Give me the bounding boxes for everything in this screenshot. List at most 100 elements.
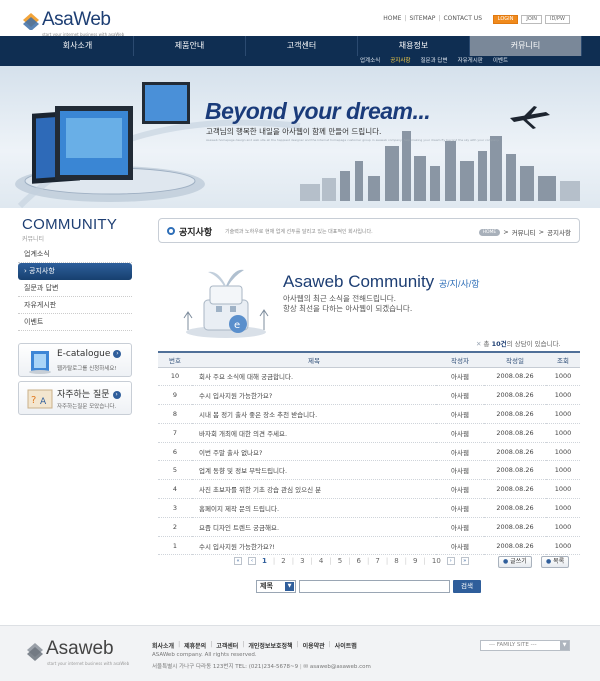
next-page-button[interactable]: ›: [446, 557, 455, 565]
hero-fine-print: Asaweb homepage design and web site all …: [206, 138, 500, 142]
table-row[interactable]: 1 수시 입사지원 가능한가요?! 아사웹 2008.08.26 1000: [158, 536, 580, 556]
row-title-link[interactable]: 이번 주말 출사 없나요?: [192, 442, 436, 462]
footer-link-sitemap[interactable]: 사이트맵: [335, 641, 357, 650]
footer-link-terms[interactable]: 이용약관: [303, 641, 325, 650]
nav-item-products[interactable]: 제품안내: [134, 36, 246, 56]
join-button[interactable]: JOIN: [521, 15, 543, 24]
login-button[interactable]: LOGIN: [492, 15, 519, 24]
nav-item-company[interactable]: 회사소개: [22, 36, 134, 56]
row-views: 1000: [546, 442, 580, 462]
row-views: 1000: [546, 536, 580, 556]
table-row[interactable]: 2 요즘 디자인 트렌드 궁금해요. 아사웹 2008.08.26 1000: [158, 517, 580, 537]
row-author: 아사웹: [436, 479, 484, 500]
table-row[interactable]: 9 수시 입사지원 가능한가요? 아사웹 2008.08.26 1000: [158, 385, 580, 406]
breadcrumb-home[interactable]: HOME: [478, 228, 501, 236]
page-number-8[interactable]: 8: [394, 557, 398, 565]
row-title-link[interactable]: 시내 봄 정기 출사 좋은 장소 추천 받습니다.: [192, 404, 436, 424]
row-title-link[interactable]: 수시 입사지원 가능한가요?!: [192, 536, 436, 556]
nav-item-careers[interactable]: 채용정보: [358, 36, 470, 56]
page-number-5[interactable]: 5: [338, 557, 342, 565]
subnav-item-event[interactable]: 이벤트: [493, 56, 508, 66]
sidebar-item-qna[interactable]: 질문과 답변: [18, 280, 132, 297]
sidebar-item-notice[interactable]: 공지사항: [18, 263, 132, 280]
faq-banner[interactable]: ? A 자주하는 질문 › 자주하는질문 모았습니다.: [18, 381, 132, 415]
subnav-item-notice[interactable]: 공지사항: [390, 56, 410, 66]
svg-text:?: ?: [31, 395, 36, 406]
row-number: 1: [158, 536, 192, 556]
hero-subtitle: 고객님의 행복한 내일을 아사웹이 함께 만들어 드립니다.: [206, 127, 382, 136]
row-title-link[interactable]: 수시 입사지원 가능한가요?: [192, 385, 436, 406]
faq-title: 자주하는 질문: [57, 390, 110, 400]
footer-link-privacy[interactable]: 개인정보보호정책: [248, 641, 292, 650]
table-row[interactable]: 7 바자회 개최에 대한 의견 주세요. 아사웹 2008.08.26 1000: [158, 423, 580, 443]
intro-title: Asaweb Community 공/지/사/항: [283, 272, 480, 291]
row-date: 2008.08.26: [484, 385, 546, 406]
row-date: 2008.08.26: [484, 460, 546, 481]
table-row[interactable]: 8 시내 봄 정기 출사 좋은 장소 추천 받습니다. 아사웹 2008.08.26 1…: [158, 404, 580, 424]
footer-email[interactable]: asaweb@asaweb.com: [310, 664, 371, 670]
footer-link-partnership[interactable]: 제휴문의: [184, 641, 206, 650]
nav-item-community[interactable]: 커뮤니티: [470, 36, 582, 56]
page-number-10[interactable]: 10: [432, 557, 441, 565]
table-row[interactable]: 10 회사 주요 소식에 대해 궁금합니다. 아사웹 2008.08.26 1000: [158, 367, 580, 387]
subnav-item-freeboard[interactable]: 자유게시판: [458, 56, 483, 66]
write-button[interactable]: ● 글쓰기: [498, 556, 532, 568]
table-row[interactable]: 3 홈페이지 제작 문의 드립니다. 아사웹 2008.08.26 1000: [158, 498, 580, 518]
search-input[interactable]: [299, 580, 450, 593]
family-site-select[interactable]: --- FAMILY SITE --- ▼: [480, 640, 570, 651]
page-number-6[interactable]: 6: [357, 557, 361, 565]
row-title-link[interactable]: 사진 초보자를 위한 기초 강습 관심 있으신 분: [192, 479, 436, 500]
row-author: 아사웹: [436, 404, 484, 424]
table-row[interactable]: 4 사진 초보자를 위한 기초 강습 관심 있으신 분 아사웹 2008.08.26 1…: [158, 479, 580, 500]
row-author: 아사웹: [436, 442, 484, 462]
col-views: 조회: [546, 351, 580, 368]
breadcrumb-item[interactable]: 커뮤니티: [512, 227, 536, 237]
breadcrumb-current: 공지사항: [547, 229, 571, 237]
community-illustration-icon: e: [183, 269, 269, 338]
row-title-link[interactable]: 업계 동향 및 정보 부탁드립니다.: [192, 460, 436, 481]
main-nav: 회사소개 제품안내 고객센터 채용정보 커뮤니티: [0, 36, 600, 56]
pagination: « ‹ 1 | 2 | 3 | 4 | 5 | 6 | 7 | 8 | 9 | 10 › »: [234, 557, 469, 565]
prev-page-button[interactable]: ‹: [248, 557, 256, 565]
divider: |: [404, 557, 408, 565]
first-page-button[interactable]: «: [234, 557, 242, 565]
footer-link-company[interactable]: 회사소개: [152, 641, 174, 650]
page-number-7[interactable]: 7: [375, 557, 379, 565]
sidebar-item-news[interactable]: 업계소식: [18, 246, 132, 263]
top-link-contact[interactable]: CONTACT US: [443, 15, 482, 22]
row-author: 아사웹: [436, 367, 484, 387]
search-button[interactable]: 검색: [453, 580, 481, 593]
list-button[interactable]: ● 목록: [541, 556, 570, 568]
row-date: 2008.08.26: [484, 367, 546, 387]
page-number-4[interactable]: 4: [319, 557, 323, 565]
ecatalogue-title: E-catalogue: [57, 349, 111, 359]
row-number: 4: [158, 479, 192, 500]
chevron-down-icon: ▼: [560, 641, 569, 650]
subnav-item-news[interactable]: 업계소식: [360, 56, 380, 66]
table-row[interactable]: 5 업계 동향 및 정보 부탁드립니다. 아사웹 2008.08.26 1000: [158, 460, 580, 481]
page-number-9[interactable]: 9: [413, 557, 417, 565]
sidebar-item-freeboard[interactable]: 자유게시판: [18, 297, 132, 314]
page-number-1[interactable]: 1: [262, 557, 267, 565]
table-row[interactable]: 6 이번 주말 출사 없나요? 아사웹 2008.08.26 1000: [158, 442, 580, 462]
row-title-link[interactable]: 홈페이지 제작 문의 드립니다.: [192, 498, 436, 518]
find-idpw-button[interactable]: ID/PW: [545, 15, 570, 24]
top-link-sitemap[interactable]: SITEMAP: [409, 15, 435, 22]
page-number-2[interactable]: 2: [281, 557, 285, 565]
divider: |: [272, 557, 276, 565]
search-field-select[interactable]: 제목 ▼: [256, 580, 296, 593]
row-title-link[interactable]: 요즘 디자인 트렌드 궁금해요.: [192, 517, 436, 537]
hero-banner: Beyond your dream... 고객님의 행복한 내일을 아사웹이 함…: [0, 66, 600, 208]
breadcrumb-sep: >: [538, 228, 545, 236]
subnav-item-qna[interactable]: 질문과 답변: [421, 56, 448, 66]
row-title-link[interactable]: 회사 주요 소식에 대해 궁금합니다.: [192, 367, 436, 387]
logo[interactable]: AsaWeb start your internet business with…: [22, 9, 124, 37]
footer-link-support[interactable]: 고객센터: [216, 641, 238, 650]
row-title-link[interactable]: 바자회 개최에 대한 의견 주세요.: [192, 423, 436, 443]
top-link-home[interactable]: HOME: [383, 15, 401, 22]
sidebar-item-event[interactable]: 이벤트: [18, 314, 132, 331]
page-number-3[interactable]: 3: [300, 557, 304, 565]
last-page-button[interactable]: »: [460, 557, 469, 565]
ecatalogue-banner[interactable]: E-catalogue › 웹카탈로그를 신청하세요!: [18, 343, 132, 377]
nav-item-support[interactable]: 고객센터: [246, 36, 358, 56]
